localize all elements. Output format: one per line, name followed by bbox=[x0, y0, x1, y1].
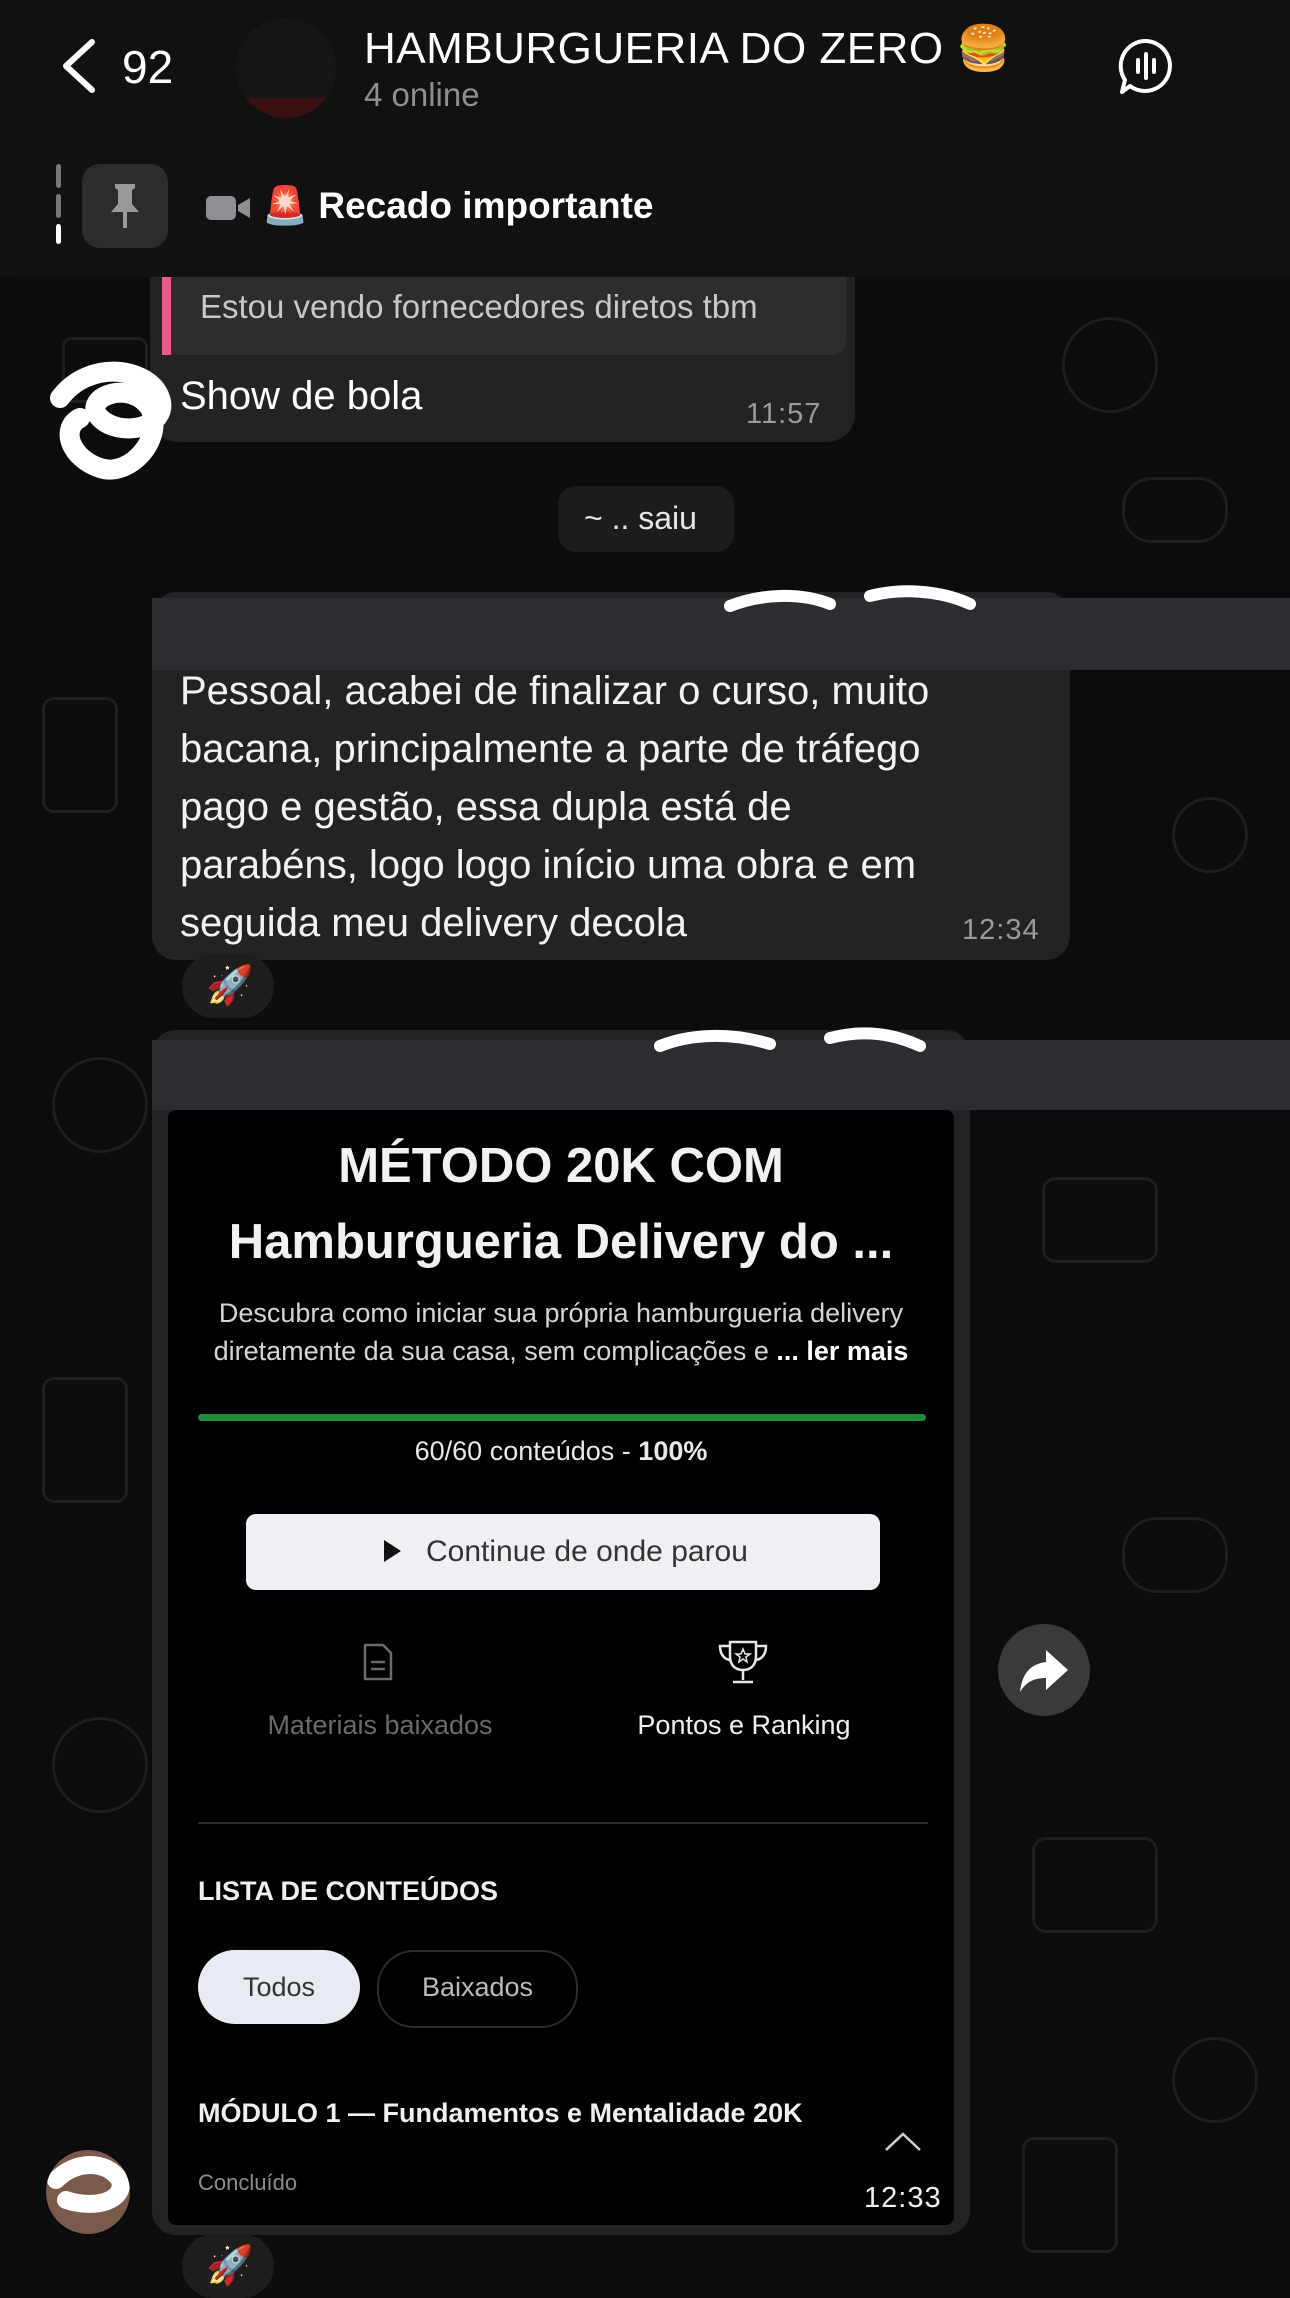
content-list-heading: LISTA DE CONTEÚDOS bbox=[198, 1876, 499, 1906]
filter-chip-downloaded: Baixados bbox=[377, 1950, 578, 2028]
reaction-badge[interactable]: 🚀 bbox=[182, 954, 274, 1018]
continue-button-label: Continue de onde parou bbox=[426, 1535, 748, 1568]
sender-avatar[interactable] bbox=[46, 2150, 130, 2234]
course-description-line: diretamente da sua casa, sem complicaçõe… bbox=[213, 1336, 769, 1366]
video-icon bbox=[206, 196, 250, 220]
pinned-indicator bbox=[56, 164, 62, 248]
progress-percent: 100% bbox=[638, 1436, 708, 1466]
read-more-link: ... ler mais bbox=[776, 1336, 909, 1366]
filter-chip-all: Todos bbox=[198, 1950, 360, 2024]
system-message-text: ~ .. saiu bbox=[584, 500, 697, 536]
message-text: Show de bola bbox=[180, 374, 423, 418]
module-title: MÓDULO 1 — Fundamentos e Mentalidade 20K bbox=[198, 2098, 803, 2128]
rocket-reaction: 🚀 bbox=[206, 2245, 254, 2287]
back-unread-count[interactable]: 92 bbox=[122, 40, 173, 94]
reaction-badge[interactable]: 🚀 bbox=[182, 2234, 274, 2298]
pinned-message-text[interactable]: 🚨 Recado importante bbox=[262, 185, 653, 228]
message-line: bacana, principalmente a parte de tráfeg… bbox=[180, 727, 921, 771]
points-ranking-label: Pontos e Ranking bbox=[637, 1710, 851, 1740]
rocket-reaction: 🚀 bbox=[206, 965, 254, 1007]
message-time: 12:34 bbox=[962, 914, 1040, 946]
back-chevron-icon[interactable] bbox=[56, 36, 112, 96]
course-screenshot-image[interactable] bbox=[168, 1110, 954, 2225]
play-icon bbox=[384, 1540, 401, 1562]
redaction-scribble bbox=[47, 2156, 130, 2213]
chat-title[interactable]: HAMBURGUERIA DO ZERO 🍔 bbox=[364, 22, 1012, 74]
divider bbox=[198, 1822, 928, 1824]
progress-label: 60/60 conteúdos - bbox=[414, 1436, 639, 1466]
course-title-line2: Hamburgueria Delivery do ... bbox=[228, 1215, 894, 1269]
voice-chat-icon[interactable] bbox=[1116, 36, 1176, 96]
quote-accent-bar bbox=[162, 277, 171, 355]
message-text: Pessoal, acabei de finalizar o curso, mu… bbox=[180, 662, 1060, 952]
trophy-icon bbox=[718, 1640, 768, 1684]
course-title-line1: MÉTODO 20K COM bbox=[338, 1139, 784, 1193]
pin-button[interactable] bbox=[82, 164, 168, 248]
redaction-scribble bbox=[724, 585, 976, 612]
message-line: Pessoal, acabei de finalizar o curso, mu… bbox=[180, 669, 930, 713]
quoted-message-text: Estou vendo fornecedores diretos tbm bbox=[200, 288, 758, 325]
online-status: 4 online bbox=[364, 76, 480, 113]
message-time: 12:33 bbox=[864, 2182, 942, 2214]
redaction-scribble bbox=[654, 1027, 926, 1052]
course-progress-text: 60/60 conteúdos - 100% bbox=[168, 1436, 954, 1467]
message-line: seguida meu delivery decola bbox=[180, 901, 687, 945]
document-icon bbox=[363, 1643, 393, 1681]
module-status: Concluído bbox=[198, 2170, 298, 2195]
group-avatar[interactable] bbox=[236, 18, 336, 118]
course-progress-bar bbox=[198, 1414, 926, 1421]
forward-icon bbox=[1020, 1650, 1068, 1692]
message-time: 11:57 bbox=[746, 398, 822, 430]
course-description-line: Descubra como iniciar sua própria hambur… bbox=[218, 1298, 904, 1328]
redaction-scribble bbox=[50, 361, 172, 480]
pin-icon bbox=[111, 184, 139, 228]
chevron-up-icon bbox=[885, 2132, 921, 2151]
course-description: Descubra como iniciar sua própria hambur… bbox=[168, 1294, 954, 1370]
message-line: pago e gestão, essa dupla está de bbox=[180, 785, 792, 829]
forward-button[interactable] bbox=[998, 1624, 1090, 1716]
message-line: parabéns, logo logo início uma obra e em bbox=[180, 843, 917, 887]
materials-downloaded-label: Materiais baixados bbox=[267, 1710, 493, 1740]
